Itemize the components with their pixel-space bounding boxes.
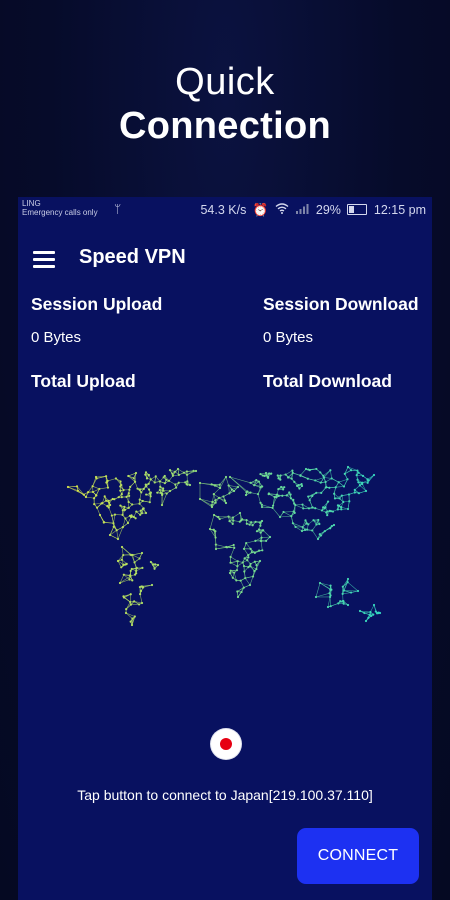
- signal-icon: [295, 203, 312, 217]
- session-download-value: 0 Bytes: [263, 329, 314, 346]
- connect-hint: Tap button to connect to Japan[219.100.3…: [77, 787, 373, 803]
- session-download-label: Session Download: [263, 294, 419, 314]
- connect-button[interactable]: CONNECT: [297, 828, 419, 884]
- total-upload-label: Total Upload: [31, 371, 136, 391]
- session-upload-value: 0 Bytes: [31, 329, 82, 346]
- clock: 12:15 pm: [373, 203, 426, 217]
- battery-percent: 29%: [315, 203, 341, 217]
- status-network: LING Emergency calls only: [22, 199, 98, 217]
- hamburger-menu-icon[interactable]: [33, 251, 55, 269]
- network-speed: 54.3 K/s: [200, 203, 247, 217]
- phone-screen: LING Emergency calls only ᛘ 54.3 K/s ⏰ 2…: [18, 197, 432, 900]
- battery-icon: [347, 204, 368, 215]
- app-bar: Speed VPN: [18, 235, 432, 285]
- status-right: 54.3 K/s ⏰ 29% 12:15 pm: [197, 203, 426, 218]
- promo-title-line1: Quick: [175, 61, 275, 103]
- usb-icon: ᛘ: [114, 202, 122, 216]
- carrier-note: Emergency calls only: [22, 208, 98, 217]
- total-download-label: Total Download: [263, 371, 392, 391]
- world-network-map: [66, 465, 382, 627]
- promo-title-line2: Connection: [119, 105, 331, 147]
- network-type: LING: [22, 199, 41, 208]
- status-bar: LING Emergency calls only ᛘ 54.3 K/s ⏰ 2…: [18, 197, 432, 225]
- promo-header: Quick Connection: [0, 60, 450, 148]
- session-upload-label: Session Upload: [31, 294, 163, 314]
- japan-flag-icon[interactable]: [211, 729, 241, 759]
- alarm-icon: ⏰: [252, 203, 269, 217]
- wifi-icon: [275, 203, 292, 217]
- app-title: Speed VPN: [79, 246, 186, 268]
